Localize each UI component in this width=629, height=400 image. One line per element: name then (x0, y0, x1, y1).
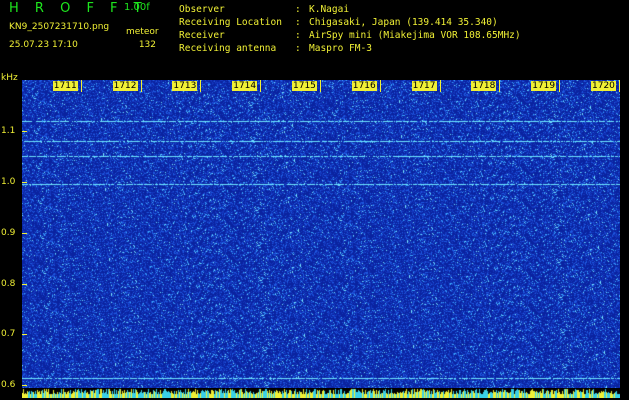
minute-tick (80, 80, 82, 92)
info-separator: : (295, 30, 301, 41)
info-row-observer: Observer : K.Nagai (179, 3, 521, 16)
y-tick (22, 233, 27, 234)
y-tick (22, 385, 27, 386)
y-tick (22, 131, 27, 132)
y-tick (22, 284, 27, 285)
minute-tick (320, 80, 321, 92)
app-version: 1.00f (124, 2, 150, 13)
info-value: Maspro FM-3 (309, 43, 372, 54)
minute-label: 1716 (351, 81, 377, 91)
minute-tick (559, 80, 561, 92)
y-tick-label: 0.7 (1, 329, 16, 340)
y-tick (22, 334, 27, 335)
info-label: Receiving antenna (179, 43, 277, 54)
file-name: KN9_2507231710.png (9, 22, 110, 32)
minute-label: 1712 (112, 81, 138, 91)
signal-strength-strip (22, 388, 620, 398)
minute-tick (439, 80, 441, 92)
info-label: Receiving Location (179, 17, 282, 28)
minute-label: 1720 (591, 81, 616, 91)
info-row-location: Receiving Location : Chigasaki, Japan (1… (179, 16, 521, 29)
y-tick-label: 1.0 (1, 176, 16, 187)
y-axis-unit: kHz (1, 73, 18, 83)
info-value: AirSpy mini (Miakejima VOR 108.65MHz) (309, 30, 521, 41)
info-value: Chigasaki, Japan (139.414 35.340) (309, 17, 498, 28)
minute-tick (499, 80, 501, 92)
minute-tick (140, 80, 142, 92)
minute-label: 1713 (172, 81, 198, 91)
minute-label: 1717 (411, 81, 437, 91)
minute-label: 1714 (232, 81, 258, 91)
spectrogram-canvas[interactable] (22, 80, 620, 398)
info-row-antenna: Receiving antenna : Maspro FM-3 (179, 42, 521, 55)
observation-info: Observer : K.Nagai Receiving Location : … (179, 3, 521, 55)
minute-label: 1718 (471, 81, 497, 91)
y-tick-label: 0.8 (1, 278, 16, 289)
y-tick-label: 1.1 (1, 125, 16, 136)
detection-mode: meteor (126, 27, 159, 37)
y-tick-label: 0.9 (1, 227, 16, 238)
info-label: Observer (179, 4, 225, 15)
minute-tick (619, 80, 620, 92)
info-row-receiver: Receiver : AirSpy mini (Miakejima VOR 10… (179, 29, 521, 42)
minute-tick (260, 80, 262, 92)
minute-tick (379, 80, 381, 92)
observation-datetime: 25.07.23 17:10 (9, 40, 78, 50)
info-separator: : (295, 4, 301, 15)
meteor-count: 132 (138, 40, 156, 50)
minute-tick (200, 80, 202, 92)
minute-label: 1711 (52, 81, 78, 91)
info-label: Receiver (179, 30, 225, 41)
info-separator: : (295, 43, 301, 54)
spectrogram[interactable]: 1711 1712 1713 1714 1715 1716 1717 1718 1719 1720 (22, 80, 620, 398)
minute-label: 1715 (292, 81, 317, 91)
y-tick (22, 182, 27, 183)
info-separator: : (295, 17, 301, 28)
minute-label: 1719 (531, 81, 557, 91)
y-tick-label: 0.6 (1, 380, 16, 391)
info-value: K.Nagai (309, 4, 350, 15)
